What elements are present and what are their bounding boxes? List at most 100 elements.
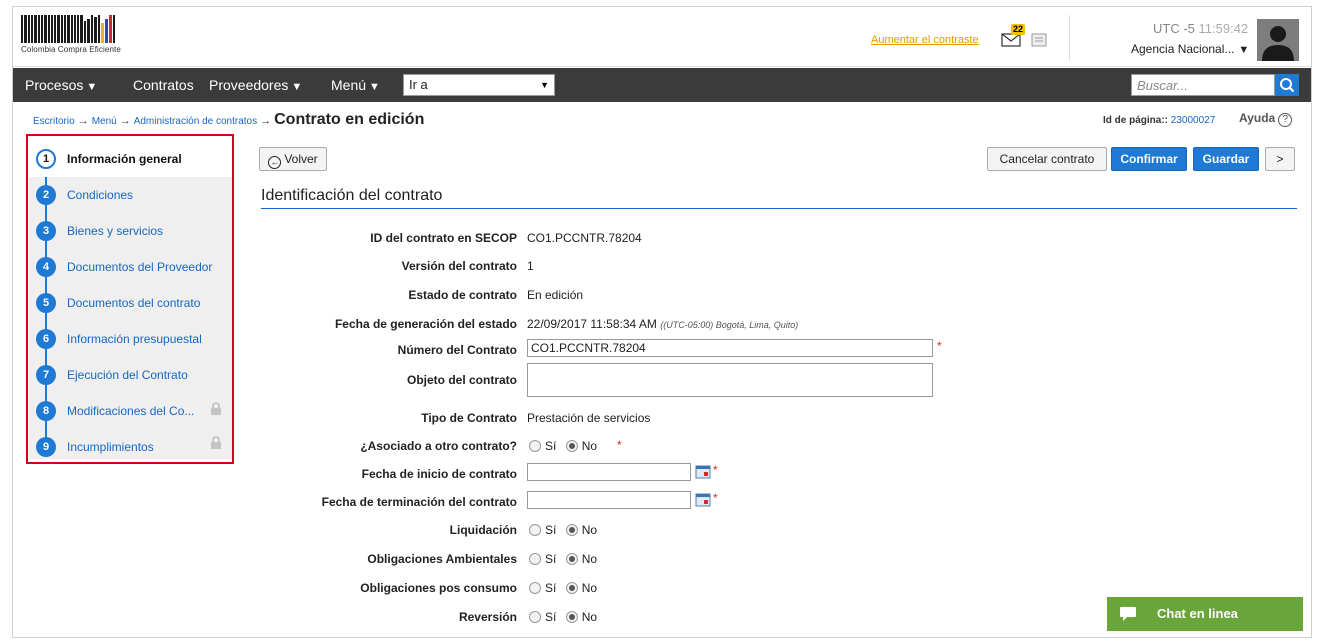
clock-time: 11:59:42 [1198, 21, 1249, 36]
step-informacion-general[interactable]: 1 Información general [29, 141, 233, 177]
nav-procesos-label: Procesos [25, 77, 84, 93]
object-textarea[interactable] [527, 363, 933, 397]
goto-select[interactable]: Ir a ▼ [403, 74, 555, 96]
start-date-input[interactable] [527, 463, 691, 481]
step-modificaciones[interactable]: 8 Modificaciones del Co... [29, 393, 233, 429]
timezone-text: ((UTC-05:00) Bogotá, Lima, Quito) [660, 320, 799, 330]
next-button[interactable]: > [1265, 147, 1295, 171]
reversion-label: Reversión [458, 610, 517, 624]
step-informacion-presupuestal[interactable]: 6 Información presupuestal [29, 321, 233, 357]
post-consumption-radio-group: Sí No [529, 581, 603, 595]
step-number: 4 [36, 257, 56, 277]
row-version: Versión del contrato 1 [253, 255, 1293, 277]
nav-menu-label: Menú [331, 77, 367, 93]
step-number: 8 [36, 401, 56, 421]
radio-yes-label: Sí [545, 523, 557, 537]
calendar-icon[interactable] [695, 464, 711, 479]
confirm-button[interactable]: Confirmar [1111, 147, 1187, 171]
step-label: Información general [67, 152, 182, 166]
lock-icon [211, 402, 221, 415]
step-ejecucion-contrato[interactable]: 7 Ejecución del Contrato [29, 357, 233, 393]
required-marker: * [937, 339, 942, 353]
status-date-text: 22/09/2017 11:58:34 AM [527, 317, 657, 331]
breadcrumb-admin-contratos[interactable]: Administración de contratos [134, 116, 257, 127]
agency-selector[interactable]: Agencia Nacional... ▼ [1131, 42, 1249, 56]
liquidation-no-radio[interactable] [565, 524, 578, 536]
increase-contrast-link[interactable]: Aumentar el contraste [871, 34, 979, 46]
step-label: Ejecución del Contrato [67, 368, 188, 382]
version-value: 1 [527, 259, 534, 273]
step-number: 6 [36, 329, 56, 349]
calendar-icon[interactable] [695, 492, 711, 507]
required-marker: * [617, 438, 622, 452]
search-input[interactable] [1131, 74, 1275, 96]
step-label: Documentos del contrato [67, 296, 201, 310]
post-consumption-label: Obligaciones pos consumo [360, 581, 517, 595]
nav-procesos[interactable]: Procesos ▼ [25, 77, 97, 93]
logo-text: Colombia Compra Eficiente [21, 45, 121, 54]
nav-contratos[interactable]: Contratos [133, 77, 194, 93]
contract-number-input[interactable] [527, 339, 933, 357]
nav-menu[interactable]: Menú ▼ [331, 77, 380, 93]
environmental-no-radio[interactable] [565, 553, 578, 565]
step-condiciones[interactable]: 2 Condiciones [29, 177, 233, 213]
post-consumption-no-radio[interactable] [565, 582, 578, 594]
section-divider [261, 208, 1297, 209]
step-documentos-contrato[interactable]: 5 Documentos del contrato [29, 285, 233, 321]
post-consumption-yes-radio[interactable] [529, 582, 541, 594]
radio-yes-label: Sí [545, 439, 557, 453]
secop-id-label: ID del contrato en SECOP [370, 231, 517, 245]
reversion-no-radio[interactable] [565, 611, 578, 623]
page-id-label: Id de página:: [1103, 115, 1168, 126]
liquidation-yes-radio[interactable] [529, 524, 541, 536]
environmental-yes-radio[interactable] [529, 553, 541, 565]
steps-sidebar: 1 Información general 2 Condiciones 3 Bi… [29, 141, 233, 459]
messages-icon[interactable] [1031, 33, 1047, 47]
object-label: Objeto del contrato [406, 373, 517, 387]
associated-no-radio[interactable] [565, 440, 578, 452]
nav-proveedores[interactable]: Proveedores ▼ [209, 77, 302, 93]
help-link[interactable]: Ayuda? [1239, 111, 1293, 127]
lock-icon [211, 436, 221, 449]
version-label: Versión del contrato [401, 259, 517, 273]
radio-no-label: No [581, 439, 598, 453]
goto-value: Ir a [409, 77, 428, 92]
user-avatar[interactable] [1257, 19, 1299, 61]
associated-yes-radio[interactable] [529, 440, 541, 452]
chat-online-button[interactable]: Chat en linea [1107, 597, 1303, 631]
breadcrumb-menu[interactable]: Menú [92, 116, 117, 127]
row-liquidation: Liquidación Sí No [253, 519, 1293, 541]
cancel-contract-button[interactable]: Cancelar contrato [987, 147, 1107, 171]
page-id-value: 23000027 [1170, 115, 1216, 126]
page-id: Id de página:: 23000027 [1103, 115, 1215, 126]
row-secop-id: ID del contrato en SECOP CO1.PCCNTR.7820… [253, 227, 1293, 249]
contract-type-value: Prestación de servicios [527, 411, 651, 425]
row-status: Estado de contrato En edición [253, 284, 1293, 306]
associated-label: ¿Asociado a otro contrato? [360, 439, 517, 453]
step-label: Documentos del Proveedor [67, 260, 213, 274]
breadcrumb-escritorio[interactable]: Escritorio [33, 116, 75, 127]
caret-down-icon: ▼ [369, 81, 380, 93]
step-documentos-proveedor[interactable]: 4 Documentos del Proveedor [29, 249, 233, 285]
colombia-compra-logo[interactable]: Colombia Compra Eficiente [21, 15, 153, 55]
save-button[interactable]: Guardar [1193, 147, 1259, 171]
row-end-date: Fecha de terminación del contrato * [253, 491, 1293, 513]
chat-bubble-icon [1120, 607, 1136, 621]
caret-down-icon: ▼ [86, 81, 98, 93]
app-frame: Colombia Compra Eficiente Aumentar el co… [12, 6, 1312, 638]
step-number: 3 [36, 221, 56, 241]
utc-offset: UTC -5 [1153, 21, 1195, 36]
step-incumplimientos[interactable]: 9 Incumplimientos [29, 429, 233, 465]
row-environmental: Obligaciones Ambientales Sí No [253, 548, 1293, 570]
agency-name: Agencia Nacional... [1131, 42, 1235, 56]
breadcrumb: Escritorio → Menú → Administración de contra… [33, 111, 424, 129]
row-start-date: Fecha de inicio de contrato * [253, 463, 1293, 485]
reversion-yes-radio[interactable] [529, 611, 541, 623]
contract-type-label: Tipo de Contrato [421, 411, 517, 425]
search-icon[interactable] [1275, 74, 1299, 96]
radio-yes-label: Sí [545, 581, 557, 595]
end-date-input[interactable] [527, 491, 691, 509]
step-label: Modificaciones del Co... [67, 404, 195, 418]
back-button[interactable]: ← Volver [259, 147, 327, 171]
step-bienes-y-servicios[interactable]: 3 Bienes y servicios [29, 213, 233, 249]
